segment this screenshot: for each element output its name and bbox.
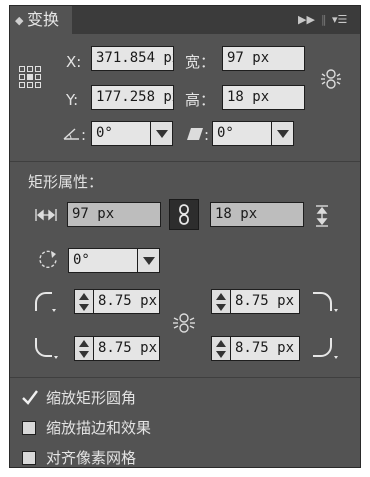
rotate-angle-icon: [63, 128, 79, 140]
section-divider: [10, 161, 360, 162]
chevron-down-icon: [143, 257, 155, 265]
corner-top-right-icon[interactable]: [311, 289, 341, 315]
up-down-arrows-icon: [79, 293, 89, 311]
panel-header: ◆ 变换 ▶▶ ‖ ▾☰: [10, 6, 360, 34]
tab-collapse-icon[interactable]: ◆: [15, 7, 23, 35]
scale-strokes-checkbox[interactable]: [22, 421, 36, 435]
corner-top-left-input[interactable]: 8.75 px: [93, 289, 160, 314]
rotation-icon: [39, 250, 57, 269]
align-pixel-grid-checkbox[interactable]: [22, 451, 36, 465]
link-dimensions-button[interactable]: [169, 199, 199, 230]
corner-top-left-icon[interactable]: [32, 289, 60, 315]
chevron-down-icon: [156, 130, 168, 138]
corner-top-left-stepper[interactable]: [74, 289, 94, 314]
double-chevron-icon[interactable]: ▶▶: [298, 14, 315, 26]
shear-icon: [187, 128, 203, 140]
height-input[interactable]: 18 px: [222, 85, 305, 110]
chevron-down-icon: [277, 130, 289, 138]
corner-bottom-left-input[interactable]: 8.75 px: [93, 336, 160, 361]
reference-point-icon[interactable]: [19, 66, 41, 88]
align-pixel-grid-label: 对齐像素网格: [46, 449, 137, 467]
rotate-input[interactable]: 0°: [91, 121, 151, 146]
rect-props-heading: 矩形属性：: [28, 173, 104, 191]
rect-width-input[interactable]: 97 px: [67, 202, 161, 227]
scale-corners-label: 缩放矩形圆角: [46, 389, 137, 407]
height-arrows-icon: [316, 205, 328, 227]
height-label: 高：: [185, 91, 216, 109]
width-label: 宽：: [185, 53, 216, 71]
corner-top-right-stepper[interactable]: [211, 289, 231, 314]
constrain-proportions-icon[interactable]: [320, 68, 342, 90]
width-arrows-icon: [35, 209, 57, 221]
shear-input[interactable]: 0°: [212, 121, 272, 146]
corner-bottom-right-icon[interactable]: [311, 336, 341, 362]
up-down-arrows-icon: [216, 340, 226, 358]
panel-menu-icon[interactable]: ▾☰: [332, 14, 347, 26]
corner-top-right-input[interactable]: 8.75 px: [230, 289, 300, 314]
divider-icon: ‖: [321, 13, 327, 26]
tab-transform[interactable]: ◆ 变换: [10, 6, 72, 34]
rect-height-input[interactable]: 18 px: [210, 202, 304, 227]
corner-bottom-left-icon[interactable]: [32, 336, 60, 362]
corner-bottom-left-stepper[interactable]: [74, 336, 94, 361]
y-input[interactable]: 177.258 px: [91, 85, 174, 110]
rect-rotation-input[interactable]: 0°: [68, 248, 138, 273]
transform-panel: ◆ 变换 ▶▶ ‖ ▾☰ X: 371.854 px 宽： 97 px Y: 1…: [9, 5, 361, 468]
scale-strokes-label: 缩放描边和效果: [46, 419, 152, 437]
x-label: X:: [66, 53, 82, 71]
section-divider: [10, 377, 360, 378]
checkmark-icon: [22, 390, 38, 405]
shear-dropdown-button[interactable]: [271, 121, 294, 146]
up-down-arrows-icon: [216, 293, 226, 311]
corner-bottom-right-input[interactable]: 8.75 px: [230, 336, 300, 361]
y-label: Y:: [66, 91, 79, 109]
scale-corners-checkbox[interactable]: [22, 390, 38, 405]
corner-bottom-right-stepper[interactable]: [211, 336, 231, 361]
rotate-dropdown-button[interactable]: [150, 121, 173, 146]
rect-rotation-dropdown-button[interactable]: [137, 248, 160, 273]
tab-title: 变换: [27, 10, 60, 29]
link-corners-icon[interactable]: [172, 312, 196, 334]
rotate-colon: :: [81, 126, 87, 144]
shear-label: :: [204, 126, 210, 144]
chain-link-icon: [179, 204, 189, 225]
up-down-arrows-icon: [79, 340, 89, 358]
width-input[interactable]: 97 px: [222, 46, 305, 71]
x-input[interactable]: 371.854 px: [91, 46, 174, 71]
